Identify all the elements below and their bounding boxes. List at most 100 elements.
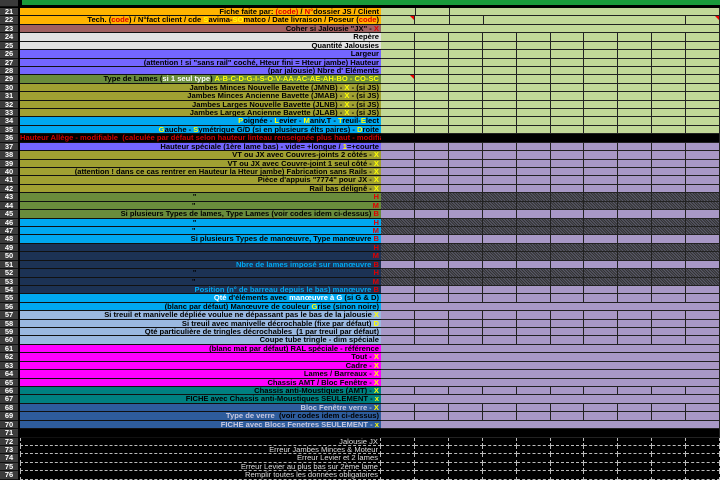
input-cell[interactable] <box>381 353 720 362</box>
input-cell[interactable] <box>584 226 619 236</box>
input-cell[interactable] <box>482 210 517 219</box>
input-cell[interactable] <box>550 151 585 160</box>
input-cell[interactable] <box>482 226 517 236</box>
input-cell[interactable] <box>482 336 517 345</box>
input-cell[interactable] <box>618 285 653 295</box>
input-cell[interactable] <box>652 75 687 84</box>
input-cell[interactable] <box>482 386 517 396</box>
input-cell[interactable] <box>618 218 653 227</box>
input-cell[interactable] <box>550 260 585 270</box>
row-label-cell[interactable]: " M <box>20 201 381 211</box>
input-cell[interactable] <box>686 319 720 329</box>
input-cell[interactable] <box>618 336 653 345</box>
input-cell[interactable] <box>381 33 415 42</box>
input-cell[interactable] <box>448 58 483 67</box>
input-cell[interactable] <box>652 125 687 135</box>
input-cell[interactable] <box>618 403 653 413</box>
input-cell[interactable] <box>584 243 619 253</box>
input-cell[interactable] <box>381 277 415 286</box>
row-label-cell[interactable]: H <box>20 243 381 253</box>
row-label-cell[interactable]: Type de verre (voir codes idem ci-dessus… <box>20 412 381 421</box>
input-cell[interactable] <box>652 403 687 413</box>
input-cell[interactable] <box>414 386 449 396</box>
input-cell[interactable] <box>482 75 517 84</box>
row-label-cell[interactable]: Jambes Minces Ancienne Bavette (JMAB) - … <box>20 92 381 101</box>
row-label-cell[interactable]: (blanc par défaut) Manœuvre de couleur G… <box>20 302 381 312</box>
input-cell[interactable] <box>381 395 720 404</box>
row-label-cell[interactable] <box>20 429 381 438</box>
input-cell[interactable] <box>414 142 449 152</box>
input-cell[interactable] <box>584 184 619 194</box>
input-cell[interactable] <box>516 83 551 93</box>
input-cell[interactable] <box>482 311 517 320</box>
input-cell[interactable] <box>448 319 483 329</box>
row-label-cell[interactable]: Qté particulière de tringles décrochable… <box>20 328 381 337</box>
input-cell[interactable] <box>652 319 687 329</box>
row-label-cell[interactable]: (attention ! dans ce cas rentrer en Haut… <box>20 168 381 177</box>
input-cell[interactable] <box>516 125 551 135</box>
input-cell[interactable] <box>652 226 687 236</box>
input-cell[interactable] <box>448 100 483 110</box>
input-cell[interactable] <box>482 83 517 93</box>
input-cell[interactable] <box>516 210 551 219</box>
input-cell[interactable] <box>652 151 687 160</box>
input-cell[interactable] <box>381 370 720 379</box>
input-cell[interactable] <box>550 125 585 135</box>
input-cell[interactable] <box>584 83 619 93</box>
input-cell[interactable] <box>414 50 449 59</box>
input-cell[interactable] <box>686 168 720 177</box>
input-cell[interactable] <box>618 125 653 135</box>
input-cell[interactable] <box>618 159 653 169</box>
input-cell[interactable] <box>618 33 653 42</box>
row-label-cell[interactable]: Cadre - X <box>20 361 381 371</box>
input-cell[interactable] <box>448 311 483 320</box>
input-cell[interactable] <box>584 210 619 219</box>
input-cell[interactable] <box>550 210 585 219</box>
input-cell[interactable] <box>381 235 415 244</box>
input-cell[interactable] <box>448 412 483 421</box>
input-cell[interactable] <box>686 193 720 202</box>
input-cell[interactable] <box>652 336 687 345</box>
input-cell[interactable] <box>652 269 687 278</box>
input-cell[interactable] <box>550 92 585 101</box>
input-cell[interactable] <box>584 193 619 202</box>
input-cell[interactable] <box>482 176 517 185</box>
input-cell[interactable] <box>652 41 687 51</box>
input-cell[interactable] <box>381 100 415 110</box>
input-cell[interactable] <box>381 193 415 202</box>
row-label-cell[interactable]: (blanc mat par défaut) RAL spéciale - ré… <box>20 344 381 354</box>
row-label-cell[interactable]: " H <box>20 193 381 202</box>
input-cell[interactable] <box>414 193 449 202</box>
row-label-cell[interactable]: Rail bas délignê - X <box>20 184 381 194</box>
input-cell[interactable] <box>686 117 720 126</box>
input-cell[interactable] <box>516 277 551 286</box>
input-cell[interactable] <box>686 294 720 303</box>
input-cell[interactable] <box>381 269 415 278</box>
row-label-cell[interactable]: VT ou JX avec Couvres-joints 2 côtés - X <box>20 151 381 160</box>
input-cell[interactable] <box>414 218 449 227</box>
input-cell[interactable] <box>584 168 619 177</box>
input-cell[interactable] <box>584 319 619 329</box>
input-cell[interactable] <box>516 92 551 101</box>
input-cell[interactable] <box>381 294 415 303</box>
input-cell[interactable] <box>482 50 517 59</box>
input-cell[interactable] <box>686 159 720 169</box>
input-cell[interactable] <box>584 117 619 126</box>
comment-indicator-icon[interactable] <box>715 16 720 21</box>
input-cell[interactable] <box>414 75 449 84</box>
input-cell[interactable] <box>448 218 483 227</box>
input-cell[interactable] <box>482 58 517 67</box>
input-cell[interactable] <box>618 92 653 101</box>
input-cell[interactable] <box>516 252 551 261</box>
input-cell[interactable] <box>414 83 449 93</box>
input-cell[interactable] <box>686 142 720 152</box>
input-cell[interactable] <box>550 226 585 236</box>
input-cell[interactable] <box>618 109 653 118</box>
input-cell[interactable] <box>584 269 619 278</box>
input-cell[interactable] <box>584 125 619 135</box>
input-cell[interactable] <box>414 100 449 110</box>
input-cell[interactable] <box>584 100 619 110</box>
input-cell[interactable] <box>686 403 720 413</box>
input-cell[interactable] <box>381 285 415 295</box>
input-cell[interactable] <box>550 403 585 413</box>
